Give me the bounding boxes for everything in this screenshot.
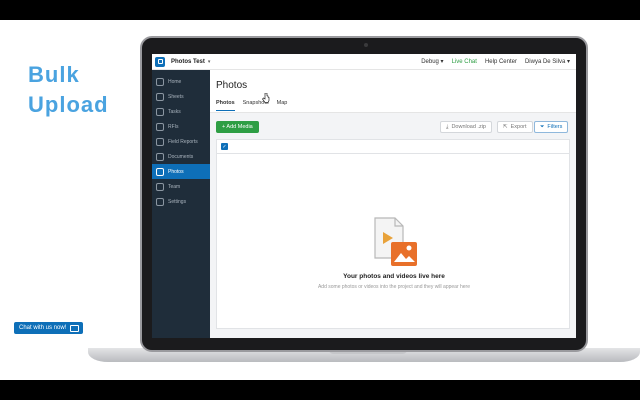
letterbox-top <box>0 0 640 20</box>
select-all-checkbox[interactable]: ✓ <box>221 143 228 150</box>
app-screen: Photos Test ▾ Debug ▾ Live Chat Help Cen… <box>152 54 576 338</box>
page-title: Photos <box>216 80 248 91</box>
sidebar-item-tasks[interactable]: Tasks <box>152 104 210 119</box>
cursor-icon <box>262 93 270 103</box>
chat-icon <box>70 324 80 332</box>
main-content: Photos Photos Snapshots Map + Add Media … <box>210 70 576 338</box>
report-icon <box>156 137 164 146</box>
download-zip-button[interactable]: ⤓ Download .zip <box>440 121 492 133</box>
export-icon: ⇱ <box>503 124 508 130</box>
documents-icon <box>156 152 164 161</box>
live-chat-link[interactable]: Live Chat <box>452 59 477 65</box>
sidebar-item-team[interactable]: Team <box>152 179 210 194</box>
home-icon <box>156 77 164 86</box>
sidebar-item-field-reports[interactable]: Field Reports <box>152 134 210 149</box>
sidebar-item-photos[interactable]: Photos <box>152 164 210 179</box>
filter-icon: ⏷ <box>540 123 545 130</box>
filters-button[interactable]: ⏷ Filters <box>534 121 569 133</box>
camera <box>364 43 368 47</box>
team-icon <box>156 182 164 191</box>
sidebar-item-rfis[interactable]: RFIs <box>152 119 210 134</box>
tab-photos[interactable]: Photos <box>216 100 235 111</box>
sidebar: Home Sheets Tasks RFIs Field Reports Doc… <box>152 70 210 338</box>
photos-icon <box>156 167 164 176</box>
download-icon: ⤓ <box>446 123 449 130</box>
sheets-icon <box>156 92 164 101</box>
debug-menu[interactable]: Debug ▾ <box>421 58 443 65</box>
empty-state-title: Your photos and videos live here <box>343 273 445 280</box>
tasks-icon <box>156 107 164 116</box>
empty-state-subtitle: Add some photos or videos into the proje… <box>317 284 471 290</box>
stage: Bulk Upload Photos Test ▾ Debug ▾ Live C… <box>0 0 640 400</box>
chevron-down-icon[interactable]: ▾ <box>208 59 211 65</box>
media-panel: ✓ Your photos and videos live here Add s… <box>216 139 570 329</box>
rfi-icon <box>156 122 164 131</box>
sidebar-item-home[interactable]: Home <box>152 74 210 89</box>
top-bar: Photos Test ▾ Debug ▾ Live Chat Help Cen… <box>152 54 576 70</box>
chat-label: Chat with us now! <box>19 325 67 331</box>
export-button[interactable]: ⇱ Export <box>497 121 533 133</box>
sidebar-item-settings[interactable]: Settings <box>152 194 210 209</box>
panel-header: ✓ <box>217 140 569 154</box>
chat-widget-button[interactable]: Chat with us now! <box>14 322 84 334</box>
sidebar-item-documents[interactable]: Documents <box>152 149 210 164</box>
sidebar-item-sheets[interactable]: Sheets <box>152 89 210 104</box>
letterbox-bottom <box>0 380 640 400</box>
laptop-lid: Photos Test ▾ Debug ▾ Live Chat Help Cen… <box>140 36 588 352</box>
photos-area: + Add Media ⤓ Download .zip ⇱ Export ⏷ Filt… <box>210 113 576 338</box>
settings-icon <box>156 197 164 206</box>
tab-bar: Photos Snapshots Map <box>216 100 287 111</box>
project-selector[interactable]: Photos Test <box>171 59 205 65</box>
headline-line2: Upload <box>28 92 109 117</box>
help-center-link[interactable]: Help Center <box>485 59 517 65</box>
add-media-button[interactable]: + Add Media <box>216 121 259 133</box>
user-menu[interactable]: Diwya De Silva ▾ <box>525 58 570 65</box>
media-placeholder-icon <box>374 217 417 266</box>
top-right-nav: Debug ▾ Live Chat Help Center Diwya De S… <box>421 58 570 66</box>
app-logo-icon[interactable] <box>155 56 165 67</box>
headline: Bulk Upload <box>28 60 109 120</box>
headline-line1: Bulk <box>28 62 80 87</box>
tab-map[interactable]: Map <box>277 100 288 111</box>
